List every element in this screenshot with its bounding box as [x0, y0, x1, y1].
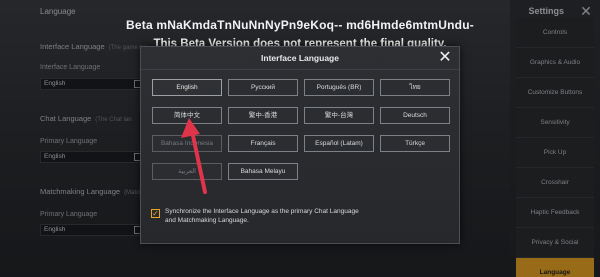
annotation-arrow [181, 118, 207, 194]
arrow-shaft [190, 129, 207, 194]
arrow-head [181, 118, 200, 138]
